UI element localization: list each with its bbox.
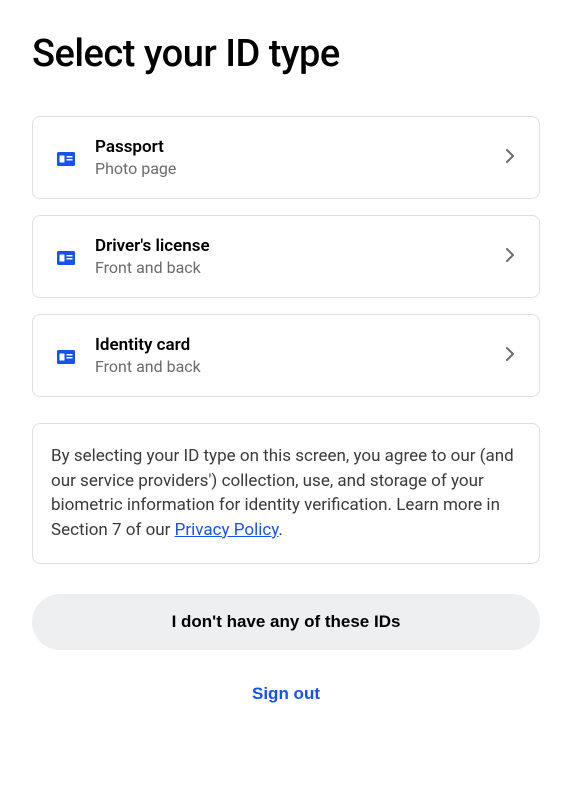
id-card-icon — [57, 250, 75, 264]
option-subtitle: Front and back — [95, 258, 505, 277]
option-title: Identity card — [95, 335, 505, 355]
privacy-policy-link[interactable]: Privacy Policy — [175, 520, 279, 540]
chevron-right-icon — [505, 148, 515, 168]
sign-out-button[interactable]: Sign out — [32, 674, 540, 714]
page-title: Select your ID type — [32, 32, 540, 76]
disclosure-box: By selecting your ID type on this screen… — [32, 423, 540, 564]
option-title: Passport — [95, 137, 505, 157]
no-id-button[interactable]: I don't have any of these IDs — [32, 594, 540, 650]
id-card-icon — [57, 349, 75, 363]
option-subtitle: Photo page — [95, 159, 505, 178]
option-text: Identity card Front and back — [95, 335, 505, 376]
chevron-right-icon — [505, 247, 515, 267]
option-subtitle: Front and back — [95, 357, 505, 376]
disclosure-text-after: . — [278, 520, 282, 540]
id-card-icon — [57, 151, 75, 165]
option-title: Driver's license — [95, 236, 505, 256]
chevron-right-icon — [505, 346, 515, 366]
option-identity-card[interactable]: Identity card Front and back — [32, 314, 540, 397]
option-drivers-license[interactable]: Driver's license Front and back — [32, 215, 540, 298]
disclosure-text: By selecting your ID type on this screen… — [51, 444, 521, 543]
option-passport[interactable]: Passport Photo page — [32, 116, 540, 199]
option-text: Passport Photo page — [95, 137, 505, 178]
option-text: Driver's license Front and back — [95, 236, 505, 277]
